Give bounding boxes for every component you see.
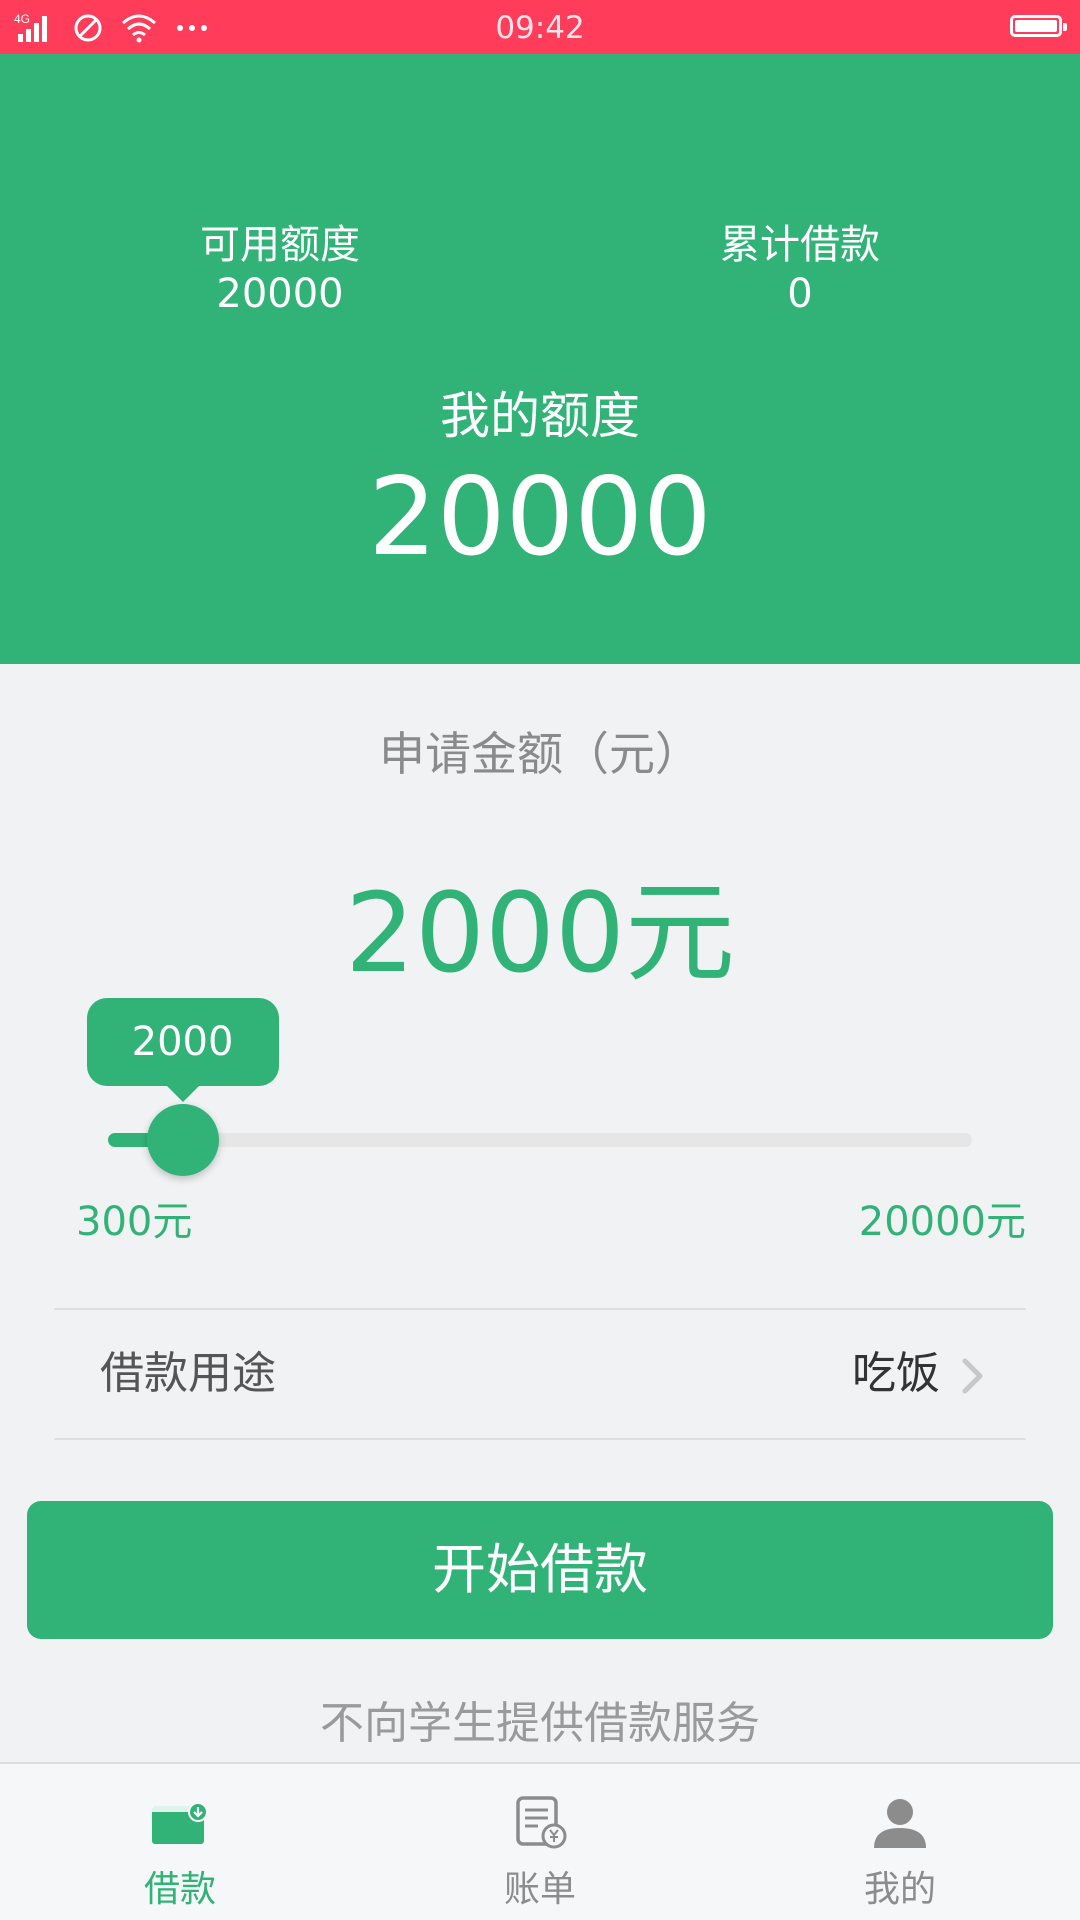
- battery-icon: [1010, 15, 1067, 37]
- slider-value-tooltip: 2000: [86, 998, 279, 1102]
- divider: [54, 1438, 1026, 1440]
- bill-icon: [510, 1792, 570, 1852]
- nav-item-loan[interactable]: 借款: [0, 1764, 360, 1920]
- available-quota: 可用额度 20000: [130, 220, 430, 318]
- slider-max-label: 20000元: [858, 1199, 1026, 1245]
- status-time: 09:42: [495, 10, 585, 46]
- cumulative-loan-value: 0: [787, 271, 813, 317]
- nav-item-mine[interactable]: 我的: [720, 1764, 1080, 1920]
- slider-min-label: 300元: [76, 1199, 193, 1245]
- student-notice: 不向学生提供借款服务: [320, 1698, 760, 1749]
- my-quota-value: 20000: [368, 455, 712, 580]
- available-quota-label: 可用额度: [200, 222, 360, 268]
- slider-thumb[interactable]: [146, 1104, 219, 1176]
- apply-amount-label: 申请金额（元）: [379, 727, 701, 781]
- nav-label: 借款: [143, 1869, 216, 1910]
- wallet-icon: [150, 1792, 210, 1852]
- chevron-right-icon: [962, 1358, 984, 1398]
- loan-screen: 4G 09:42 可用额度 20000 累计借款 0 我的额度 20000 申请…: [0, 0, 1080, 1920]
- start-loan-button[interactable]: 开始借款: [27, 1501, 1053, 1639]
- nav-label: 我的: [863, 1869, 936, 1910]
- loan-purpose-row[interactable]: 借款用途 吃饭: [54, 1310, 1026, 1438]
- nav-item-bill[interactable]: 账单: [360, 1764, 720, 1920]
- status-bar: 4G 09:42: [0, 0, 1080, 54]
- cumulative-loan-label: 累计借款: [720, 222, 880, 268]
- nav-label: 账单: [503, 1869, 576, 1910]
- slider-track[interactable]: [108, 1133, 972, 1147]
- battery-level: [1015, 20, 1057, 32]
- amount-slider[interactable]: [108, 1104, 972, 1176]
- person-icon: [870, 1792, 930, 1852]
- quota-header: 可用额度 20000 累计借款 0 我的额度 20000: [0, 54, 1080, 664]
- my-quota-label: 我的额度: [440, 387, 640, 445]
- available-quota-value: 20000: [216, 271, 344, 317]
- cumulative-loan: 累计借款 0: [650, 220, 950, 318]
- apply-amount-value: 2000元: [345, 869, 735, 997]
- loan-purpose-value: 吃饭: [852, 1348, 940, 1399]
- loan-purpose-label: 借款用途: [100, 1348, 276, 1399]
- bottom-nav: 借款 账单 我的: [0, 1762, 1080, 1920]
